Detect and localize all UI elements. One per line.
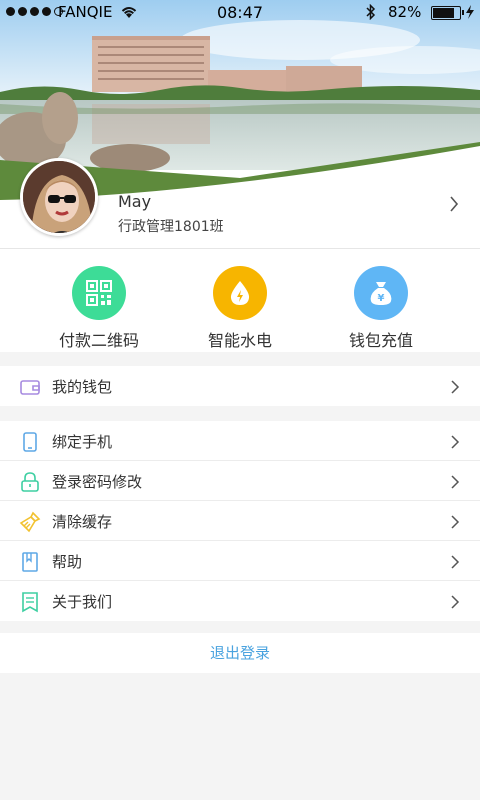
list-item-change-password[interactable]: 登录密码修改 xyxy=(0,461,480,501)
chevron-right-icon[interactable] xyxy=(448,195,460,213)
list-item-label: 关于我们 xyxy=(52,593,113,611)
list-item-label: 绑定手机 xyxy=(52,433,113,451)
logout-button[interactable]: 退出登录 xyxy=(0,633,480,673)
charging-icon xyxy=(466,5,474,19)
water-electricity-icon xyxy=(213,266,267,320)
logout-label: 退出登录 xyxy=(209,644,270,662)
list-item-wallet[interactable]: 我的钱包 xyxy=(0,366,480,406)
wallet-group: 我的钱包 xyxy=(0,366,480,406)
wallet-topup-button[interactable]: ¥ 钱包充值 xyxy=(311,266,451,351)
list-item-label: 我的钱包 xyxy=(52,378,113,396)
payment-qr-label: 付款二维码 xyxy=(58,331,139,350)
chevron-right-icon xyxy=(451,380,460,394)
lock-icon xyxy=(21,472,39,492)
chevron-right-icon xyxy=(451,555,460,569)
chevron-right-icon xyxy=(451,435,460,449)
avatar[interactable] xyxy=(20,158,98,236)
smart-utility-button[interactable]: 智能水电 xyxy=(170,266,310,351)
wallet-topup-label: 钱包充值 xyxy=(348,331,413,350)
chevron-right-icon xyxy=(451,515,460,529)
broom-icon xyxy=(19,511,41,533)
bluetooth-icon xyxy=(366,4,376,20)
document-icon xyxy=(22,592,38,613)
book-icon xyxy=(22,552,38,572)
chevron-right-icon xyxy=(451,595,460,609)
user-class: 行政管理1801班 xyxy=(118,219,224,235)
chevron-right-icon xyxy=(451,475,460,489)
list-item-clear-cache[interactable]: 清除缓存 xyxy=(0,501,480,541)
payment-qr-button[interactable]: 付款二维码 xyxy=(29,266,169,351)
list-item-help[interactable]: 帮助 xyxy=(0,541,480,581)
list-item-bind-phone[interactable]: 绑定手机 xyxy=(0,421,480,461)
list-item-label: 登录密码修改 xyxy=(52,473,143,491)
phone-icon xyxy=(23,432,37,452)
battery-icon xyxy=(431,6,464,20)
user-name: May xyxy=(118,192,152,211)
svg-text:¥: ¥ xyxy=(378,293,385,304)
list-item-label: 清除缓存 xyxy=(52,513,113,531)
smart-utility-label: 智能水电 xyxy=(207,331,272,350)
qr-code-icon xyxy=(72,266,126,320)
quick-actions: 付款二维码 智能水电 ¥ 钱包充值 xyxy=(0,248,480,352)
money-bag-icon: ¥ xyxy=(354,266,408,320)
list-item-label: 帮助 xyxy=(52,553,83,571)
status-bar: FANQIE 08:47 82% xyxy=(0,0,480,26)
wallet-icon xyxy=(20,380,40,395)
list-item-about[interactable]: 关于我们 xyxy=(0,581,480,621)
battery-percent: 82% xyxy=(388,3,422,21)
settings-group: 绑定手机 登录密码修改 清除缓存 帮助 关于我们 xyxy=(0,421,480,621)
